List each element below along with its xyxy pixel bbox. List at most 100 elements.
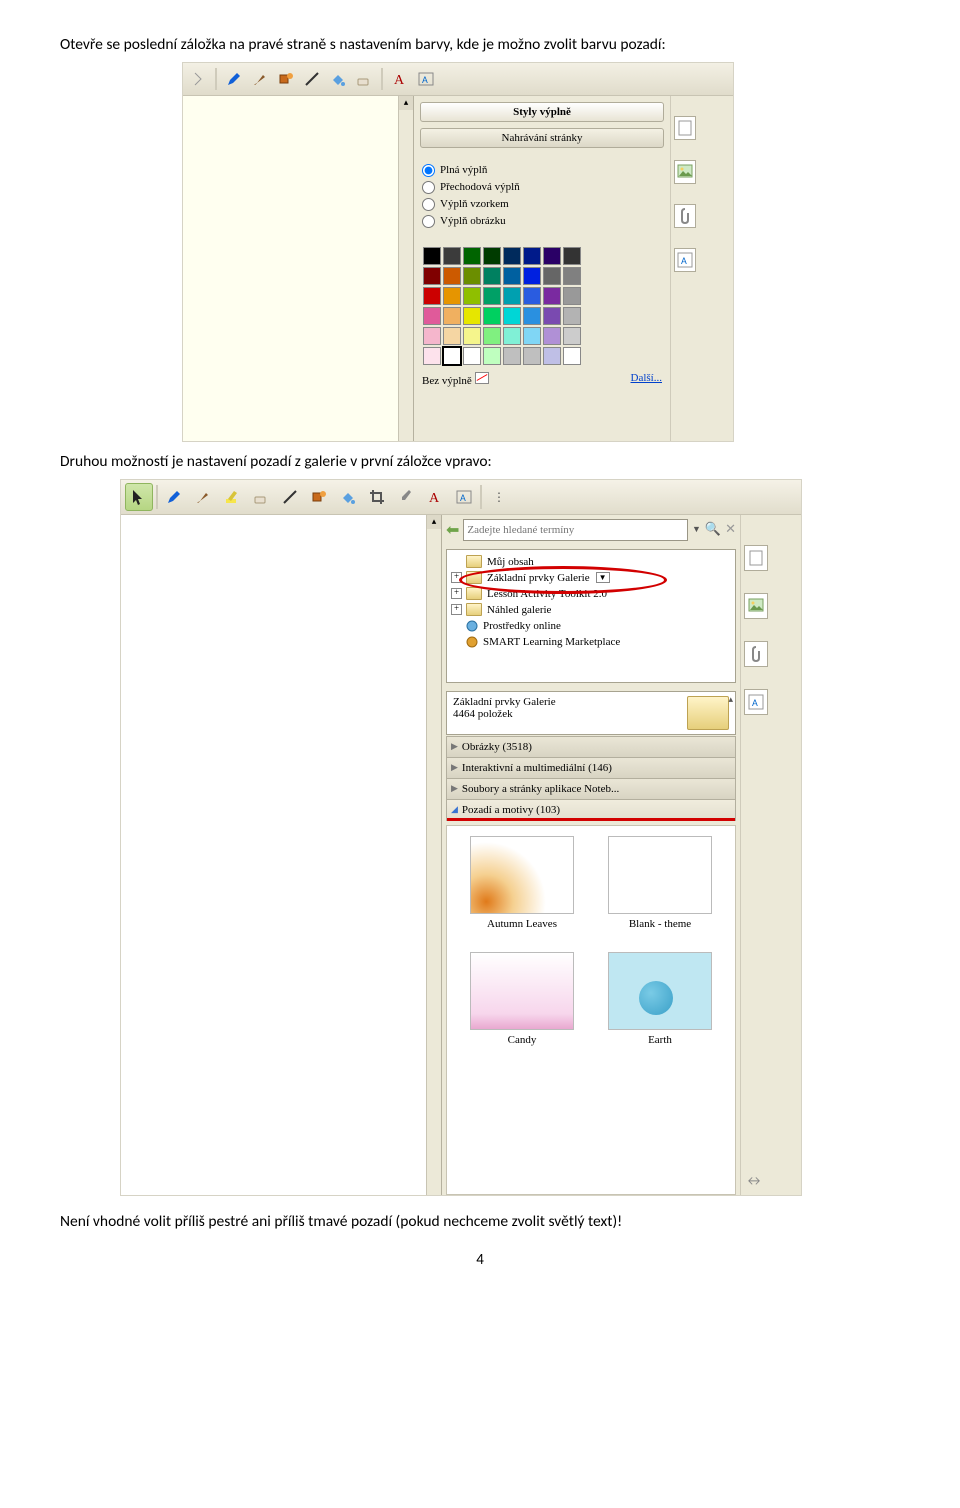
scroll-up-icon[interactable]: ▴: [427, 515, 441, 529]
color-swatch[interactable]: [563, 327, 581, 345]
color-swatch[interactable]: [483, 347, 501, 365]
color-swatch[interactable]: [503, 347, 521, 365]
expand-icon[interactable]: +: [451, 588, 462, 599]
color-swatch[interactable]: [543, 327, 561, 345]
fill-type-radio[interactable]: Přechodová výplň: [422, 181, 662, 194]
color-swatch[interactable]: [543, 347, 561, 365]
scroll-up-icon[interactable]: ▴: [728, 694, 733, 705]
crop[interactable]: [364, 484, 390, 510]
more-colors-link[interactable]: Další...: [631, 372, 662, 387]
color-swatch[interactable]: [563, 347, 581, 365]
color-swatch[interactable]: [443, 327, 461, 345]
tree-item[interactable]: Můj obsah: [451, 554, 731, 570]
page-icon[interactable]: [674, 116, 696, 140]
pointer[interactable]: [125, 483, 153, 511]
color-swatch[interactable]: [463, 247, 481, 265]
tree-item[interactable]: SMART Learning Marketplace: [451, 634, 731, 650]
text-box[interactable]: A: [415, 68, 437, 90]
more[interactable]: ⋮: [485, 484, 511, 510]
color-swatch[interactable]: [543, 247, 561, 265]
accordion-item[interactable]: ▶Soubory a stránky aplikace Noteb...: [446, 778, 736, 800]
fill[interactable]: [335, 484, 361, 510]
text-box-icon[interactable]: A: [674, 248, 696, 272]
color-swatch[interactable]: [423, 307, 441, 325]
color-swatch[interactable]: [503, 287, 521, 305]
search-icon[interactable]: 🔍: [705, 522, 721, 537]
gallery-thumbnail[interactable]: Candy: [467, 952, 577, 1046]
color-swatch[interactable]: [543, 287, 561, 305]
color-swatch[interactable]: [543, 267, 561, 285]
color-swatch[interactable]: [563, 287, 581, 305]
highlighter[interactable]: [219, 484, 245, 510]
color-swatch[interactable]: [463, 307, 481, 325]
attachment-icon[interactable]: [744, 641, 768, 667]
accordion-item[interactable]: ▶Interaktivní a multimediální (146): [446, 757, 736, 779]
color-swatch[interactable]: [463, 267, 481, 285]
canvas-area[interactable]: ▴: [183, 96, 414, 441]
expand-icon[interactable]: +: [451, 572, 462, 583]
tree-item[interactable]: +Základní prvky Galerie▼: [451, 570, 731, 586]
canvas-area[interactable]: ▴: [121, 515, 442, 1195]
clear-icon[interactable]: ✕: [725, 522, 736, 537]
color-swatch[interactable]: [442, 346, 462, 366]
page-icon[interactable]: [744, 545, 768, 571]
color-swatch[interactable]: [523, 307, 541, 325]
color-swatch[interactable]: [443, 267, 461, 285]
dropdown-icon[interactable]: ▼: [692, 524, 701, 535]
color-swatch[interactable]: [503, 307, 521, 325]
text-box-icon[interactable]: A: [744, 689, 768, 715]
tree-item[interactable]: Prostředky online: [451, 618, 731, 634]
image-icon[interactable]: [674, 160, 696, 184]
color-swatch[interactable]: [523, 287, 541, 305]
color-swatch[interactable]: [483, 307, 501, 325]
color-swatch[interactable]: [563, 267, 581, 285]
color-swatch[interactable]: [563, 307, 581, 325]
color-swatch[interactable]: [563, 247, 581, 265]
color-swatch[interactable]: [483, 287, 501, 305]
search-input[interactable]: [463, 519, 688, 541]
color-swatch[interactable]: [483, 267, 501, 285]
gallery-thumbnail[interactable]: Autumn Leaves: [467, 836, 577, 930]
color-swatch[interactable]: [463, 287, 481, 305]
double-arrow-icon[interactable]: ↔: [745, 1172, 763, 1189]
color-swatch[interactable]: [523, 327, 541, 345]
pen[interactable]: [161, 484, 187, 510]
text[interactable]: A: [422, 484, 448, 510]
text[interactable]: A: [389, 68, 411, 90]
shape[interactable]: [275, 68, 297, 90]
color-swatch[interactable]: [523, 267, 541, 285]
color-swatch[interactable]: [503, 247, 521, 265]
fill[interactable]: [327, 68, 349, 90]
no-fill-link[interactable]: Bez výplně: [422, 372, 489, 387]
color-swatch[interactable]: [423, 247, 441, 265]
color-swatch[interactable]: [423, 267, 441, 285]
text-box[interactable]: A: [451, 484, 477, 510]
color-swatch[interactable]: [503, 327, 521, 345]
accordion-item[interactable]: ◢Pozadí a motivy (103): [446, 799, 736, 821]
panel-subtitle[interactable]: Nahrávání stránky: [420, 128, 664, 148]
scrollbar-vertical[interactable]: ▴: [398, 96, 413, 441]
eraser[interactable]: [353, 68, 375, 90]
gallery-thumbnail[interactable]: Earth: [605, 952, 715, 1046]
color-swatch[interactable]: [443, 287, 461, 305]
color-swatch[interactable]: [423, 287, 441, 305]
color-swatch[interactable]: [543, 307, 561, 325]
gallery-tree[interactable]: Můj obsah+Základní prvky Galerie▼+Lesson…: [446, 549, 736, 683]
eyedropper[interactable]: [393, 484, 419, 510]
accordion-item[interactable]: ▶Obrázky (3518): [446, 736, 736, 758]
dropdown-icon[interactable]: ▼: [596, 572, 610, 583]
scrollbar-vertical[interactable]: ▴: [426, 515, 441, 1195]
color-swatch[interactable]: [523, 247, 541, 265]
brush[interactable]: [249, 68, 271, 90]
image-icon[interactable]: [744, 593, 768, 619]
color-swatch[interactable]: [463, 327, 481, 345]
line[interactable]: [277, 484, 303, 510]
gallery-thumbnail[interactable]: Blank - theme: [605, 836, 715, 930]
back-icon[interactable]: ⬅: [446, 520, 459, 540]
color-swatch[interactable]: [523, 347, 541, 365]
color-swatch[interactable]: [423, 327, 441, 345]
color-swatch[interactable]: [443, 307, 461, 325]
pen[interactable]: [223, 68, 245, 90]
color-swatch[interactable]: [443, 247, 461, 265]
brush[interactable]: [190, 484, 216, 510]
